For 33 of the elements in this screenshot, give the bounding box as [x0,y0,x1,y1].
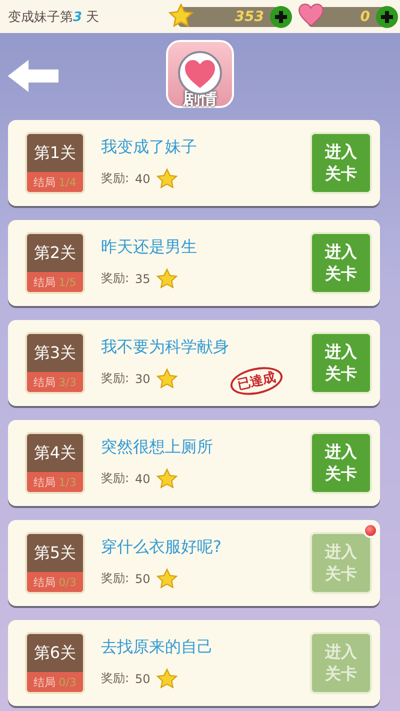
reward-label: 奖励: [101,370,130,387]
level-title: 突然很想上厕所 [101,436,214,458]
reward-label: 奖励: [101,470,130,487]
star-count: 353 [234,8,264,24]
day-counter: 变成妹子第3 天 [8,8,100,26]
ending-label: 结局 [34,574,56,590]
heart-count: 0 [360,8,370,24]
reward-label: 奖励: [101,170,130,187]
level-number: 第3关 [32,342,78,364]
level-number: 第2关 [32,242,78,264]
level-title: 我变成了妹子 [101,136,198,158]
reward-value: 50 [135,672,150,686]
level-number: 第5关 [32,542,78,564]
level-title: 去找原来的自己 [101,636,214,658]
level-number: 第4关 [32,442,78,464]
ending-label: 结局 [34,274,56,290]
level-number: 第6关 [32,642,78,664]
ending-label: 结局 [34,674,56,690]
reward-value: 30 [135,372,150,386]
reward-label: 奖励: [101,270,130,287]
level-number: 第1关 [32,142,78,164]
reward-label: 奖励: [101,670,130,687]
ending-label: 结局 [34,374,56,390]
ending-label: 结局 [34,474,56,490]
reward-label: 奖励: [101,570,130,587]
level-title: 穿什么衣服好呢? [101,536,222,558]
reward-value: 50 [135,572,150,586]
level-title: 昨天还是男生 [101,236,198,258]
level-title: 我不要为科学献身 [101,336,230,358]
reward-value: 40 [135,172,150,186]
ending-label: 结局 [34,174,56,190]
reward-value: 40 [135,472,150,486]
reward-value: 35 [135,272,150,286]
